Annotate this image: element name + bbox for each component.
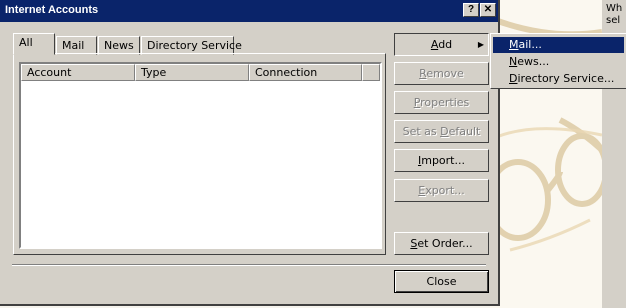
close-window-button[interactable]: ✕ <box>480 3 496 17</box>
menu-item-news[interactable]: News... <box>493 54 624 70</box>
column-header-type[interactable]: Type <box>135 64 249 81</box>
import-label-post: mport... <box>421 154 465 167</box>
help-button[interactable]: ? <box>463 3 479 17</box>
set-default-label-post: efault <box>448 125 481 138</box>
properties-button[interactable]: Properties <box>394 91 489 114</box>
set-order-button[interactable]: Set Order... <box>394 232 489 255</box>
dialog-title: Internet Accounts <box>5 4 99 16</box>
remove-label-post: emove <box>426 67 464 80</box>
set-default-label-pre: Set as <box>402 125 441 138</box>
import-button[interactable]: Import... <box>394 149 489 172</box>
menu-directory-rest: irectory Service... <box>517 72 615 85</box>
title-bar[interactable]: Internet Accounts ? ✕ <box>0 0 498 22</box>
export-button[interactable]: Export... <box>394 179 489 202</box>
add-submenu: Mail... News... Directory Service... <box>490 33 626 89</box>
submenu-arrow-icon: ▶ <box>477 40 484 49</box>
tab-directory-service-label: Directory Service <box>147 39 242 52</box>
menu-mail-rest: ail... <box>518 38 542 51</box>
tab-mail-label: Mail <box>62 39 85 52</box>
tab-all-label: All <box>19 36 33 49</box>
column-header-connection[interactable]: Connection <box>249 64 362 81</box>
add-label-post: dd <box>438 38 453 51</box>
menu-item-directory-service[interactable]: Directory Service... <box>493 71 624 87</box>
tab-news-label: News <box>104 39 134 52</box>
tab-all[interactable]: All <box>13 33 55 55</box>
accounts-list[interactable]: Account Type Connection <box>19 62 382 249</box>
menu-news-accel: N <box>509 55 518 68</box>
set-as-default-button[interactable]: Set as Default <box>394 120 489 143</box>
internet-accounts-dialog: Internet Accounts ? ✕ All Mail News Dire… <box>0 0 500 306</box>
column-header-filler <box>362 64 380 81</box>
set-default-label-accel: D <box>440 125 449 138</box>
menu-mail-accel: M <box>509 38 519 51</box>
close-button[interactable]: Close <box>394 270 489 293</box>
list-header: Account Type Connection <box>21 64 380 81</box>
menu-item-mail[interactable]: Mail... <box>493 37 624 53</box>
add-button[interactable]: Add ▶ <box>394 33 489 56</box>
close-label: Close <box>426 275 457 288</box>
set-order-label-post: et Order... <box>417 237 473 250</box>
separator-line <box>12 264 486 266</box>
background-partial-text: Wh sel <box>606 3 623 26</box>
menu-news-rest: ews... <box>517 55 550 68</box>
remove-button[interactable]: Remove <box>394 62 489 85</box>
properties-label-post: roperties <box>420 96 470 109</box>
column-header-account[interactable]: Account <box>21 64 135 81</box>
export-label-post: xport... <box>425 184 465 197</box>
